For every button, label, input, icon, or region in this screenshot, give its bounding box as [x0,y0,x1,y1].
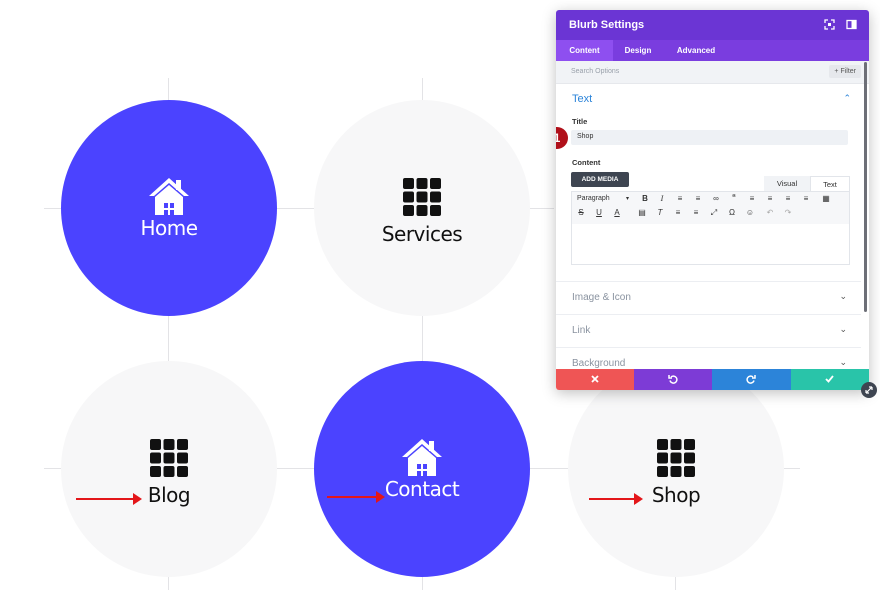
redo-button[interactable] [712,369,791,390]
blurb-home[interactable]: Home [61,176,277,240]
search-options-bar[interactable]: Search Options + Filter [556,61,869,84]
annotation-arrow [76,493,142,505]
section-link-label: Link [572,325,591,336]
panel-tabs: Content Design Advanced [556,40,869,61]
panel-header: Blurb Settings [556,10,869,40]
editor-tab-text[interactable]: Text [810,176,850,192]
title-input-value: Shop [577,133,594,140]
checkmark-icon [825,375,834,383]
grid-icon [150,439,188,477]
undo-button[interactable] [634,369,712,390]
editor-tab-visual[interactable]: Visual [764,176,810,191]
split-view-icon[interactable] [846,19,857,30]
fullscreen-editor-icon[interactable]: ⤢ [708,208,720,218]
section-image-icon-label: Image & Icon [572,292,631,303]
blurb-shop-title: Shop [651,483,701,507]
italic-icon[interactable]: I [656,194,668,203]
section-image-icon[interactable]: Image & Icon ⌄ [556,281,861,314]
blurb-blog-title: Blog [147,483,191,507]
redo-icon[interactable]: ↷ [782,208,794,217]
title-field-label: Title [572,117,588,126]
special-character-icon[interactable]: Ω [726,208,738,217]
blurb-services[interactable]: Services [314,178,530,246]
align-left-icon[interactable]: ≡ [746,194,758,203]
tab-advanced[interactable]: Advanced [663,40,729,61]
align-right-icon[interactable]: ≡ [782,194,794,203]
tab-content[interactable]: Content [556,40,613,61]
blurb-services-title: Services [381,222,463,246]
blurb-contact[interactable]: Contact [314,437,530,501]
text-color-icon[interactable]: A [611,208,623,217]
filter-button[interactable]: + Filter [829,65,861,78]
redo-icon [746,375,756,384]
section-title-text[interactable]: Text [572,93,592,105]
grid-icon [657,439,695,477]
undo-icon[interactable]: ↶ [764,208,776,217]
link-icon[interactable]: ∞ [710,194,722,203]
search-options-input[interactable]: Search Options [571,68,619,75]
clear-format-icon[interactable]: T [654,208,666,217]
panel-scrollbar[interactable] [864,62,867,312]
resize-icon [865,386,873,394]
panel-action-bar [556,369,869,390]
grid-icon [403,178,441,216]
blurb-shop[interactable]: Shop [568,439,784,507]
emoji-icon[interactable]: ☺ [744,208,756,217]
select-caret-icon[interactable]: ▾ [626,195,629,202]
chevron-up-icon[interactable]: ⌃ [843,93,851,104]
blurb-home-title: Home [140,216,198,240]
blurb-settings-panel: Blurb Settings Content Design Advanced S… [556,10,869,390]
section-background-label: Background [572,358,626,369]
justify-icon[interactable]: ≡ [800,194,812,203]
panel-title: Blurb Settings [569,19,645,31]
undo-icon [668,375,678,384]
resize-handle[interactable] [861,382,877,398]
blurb-blog[interactable]: Blog [61,439,277,507]
bold-icon[interactable]: B [639,194,651,203]
bullet-list-icon[interactable]: ≡ [674,194,686,203]
paragraph-select[interactable]: Paragraph [577,195,610,202]
editor-toolbar: Paragraph ▾ B I ≡ ≡ ∞ “ ≡ ≡ ≡ ≡ ▦ S U A … [571,191,850,225]
table-icon[interactable]: ▦ [820,194,832,203]
indent-icon[interactable]: ≡ [690,208,702,217]
step-badge: 1 [556,127,568,149]
chevron-down-icon: ⌄ [839,357,847,367]
annotation-arrow [327,491,385,503]
numbered-list-icon[interactable]: ≡ [692,194,704,203]
chevron-down-icon: ⌄ [839,324,847,334]
fullscreen-icon[interactable] [824,19,835,30]
save-button[interactable] [791,369,869,390]
annotation-arrow [589,493,643,505]
close-icon [591,375,599,383]
content-field-label: Content [572,158,601,167]
underline-icon[interactable]: U [593,208,605,217]
home-icon [149,178,189,215]
align-center-icon[interactable]: ≡ [764,194,776,203]
chevron-down-icon: ⌄ [839,291,847,301]
blockquote-icon[interactable]: “ [728,193,740,202]
section-link[interactable]: Link ⌄ [556,314,861,347]
title-input[interactable]: Shop [571,130,848,145]
tab-design[interactable]: Design [613,40,663,61]
paste-text-icon[interactable]: ▤ [636,208,648,217]
content-editor-area[interactable] [571,224,850,265]
outdent-icon[interactable]: ≡ [672,208,684,217]
strikethrough-icon[interactable]: S [575,208,587,217]
add-media-button[interactable]: ADD MEDIA [571,172,629,187]
cancel-button[interactable] [556,369,634,390]
home-icon [402,439,442,476]
